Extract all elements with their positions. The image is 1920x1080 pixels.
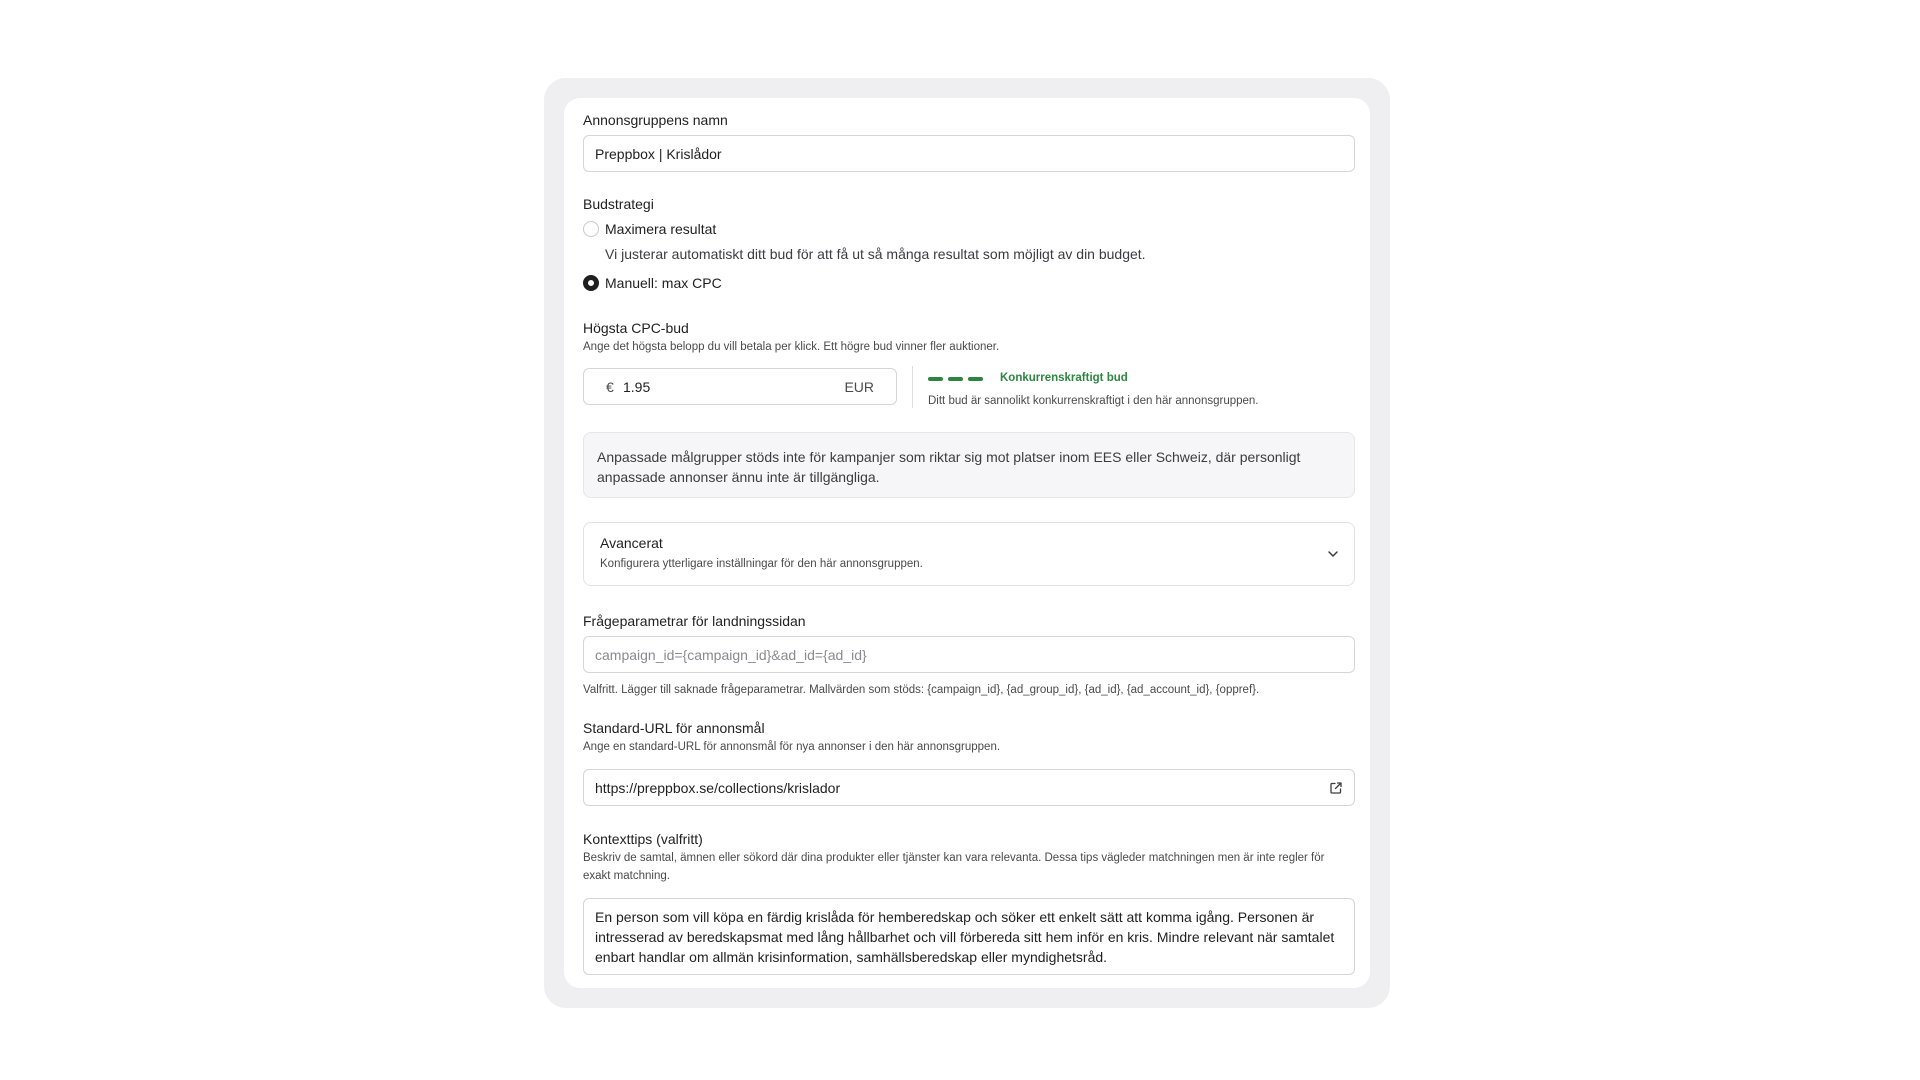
advanced-title: Avancerat [600, 535, 663, 551]
bid-strategy-label: Budstrategi [583, 196, 654, 212]
query-params-input[interactable]: campaign_id={campaign_id}&ad_id={ad_id} [583, 636, 1355, 673]
option-maximize-results-description: Vi justerar automatiskt ditt bud för att… [605, 246, 1146, 262]
ad-group-name-input[interactable]: Preppbox | Krislådor [583, 135, 1355, 172]
ad-group-settings-card: Annonsgruppens namn Preppbox | Krislådor… [564, 98, 1370, 988]
query-params-hint: Valfritt. Lägger till saknade frågeparam… [583, 684, 1260, 696]
max-cpc-value: 1.95 [623, 378, 651, 395]
default-url-value: https://preppbox.se/collections/krislado… [595, 779, 841, 796]
query-params-label: Frågeparametrar för landningssidan [583, 613, 806, 629]
context-tips-hint: Beskriv de samtal, ämnen eller sökord dä… [583, 852, 1325, 882]
max-cpc-label: Högsta CPC-bud [583, 320, 689, 336]
max-cpc-input[interactable]: € 1.95 EUR [583, 368, 897, 405]
radio-maximize-results[interactable] [583, 221, 599, 237]
option-manual-max-cpc-label[interactable]: Manuell: max CPC [605, 274, 722, 292]
option-maximize-results-label[interactable]: Maximera resultat [605, 220, 716, 238]
default-url-input[interactable]: https://preppbox.se/collections/krislado… [583, 769, 1355, 806]
context-tips-textarea[interactable]: En person som vill köpa en färdig krislå… [583, 898, 1355, 975]
chevron-down-icon[interactable] [1326, 547, 1340, 561]
bid-strength-bar-2 [948, 377, 963, 381]
currency-symbol: € [606, 378, 614, 395]
bid-indicator-label: Konkurrenskraftigt bud [1000, 372, 1128, 384]
ad-group-name-label: Annonsgruppens namn [583, 112, 728, 128]
eea-audience-notice: Anpassade målgrupper stöds inte för kamp… [583, 432, 1355, 498]
radio-manual-max-cpc[interactable] [583, 275, 599, 291]
default-url-label: Standard-URL för annonsmål [583, 720, 765, 736]
bid-indicator-divider [912, 366, 913, 408]
default-url-hint: Ange en standard-URL för annonsmål för n… [583, 741, 1001, 753]
currency-code: EUR [844, 378, 874, 395]
ad-group-name-value: Preppbox | Krislådor [595, 145, 722, 162]
bid-indicator-description: Ditt bud är sannolikt konkurrenskraftigt… [928, 395, 1259, 407]
bid-strength-indicator [928, 376, 988, 382]
bid-strength-bar-1 [928, 377, 943, 381]
context-tips-label: Kontexttips (valfritt) [583, 831, 703, 847]
bid-strength-bar-3 [968, 377, 983, 381]
form-panel-outer: Annonsgruppens namn Preppbox | Krislådor… [544, 78, 1390, 1008]
advanced-subtitle: Konfigurera ytterligare inställningar fö… [600, 558, 923, 570]
query-params-placeholder: campaign_id={campaign_id}&ad_id={ad_id} [595, 646, 867, 663]
max-cpc-hint: Ange det högsta belopp du vill betala pe… [583, 341, 1000, 353]
external-link-icon[interactable] [1329, 781, 1343, 795]
advanced-section-toggle[interactable]: Avancerat Konfigurera ytterligare instäl… [583, 522, 1355, 586]
